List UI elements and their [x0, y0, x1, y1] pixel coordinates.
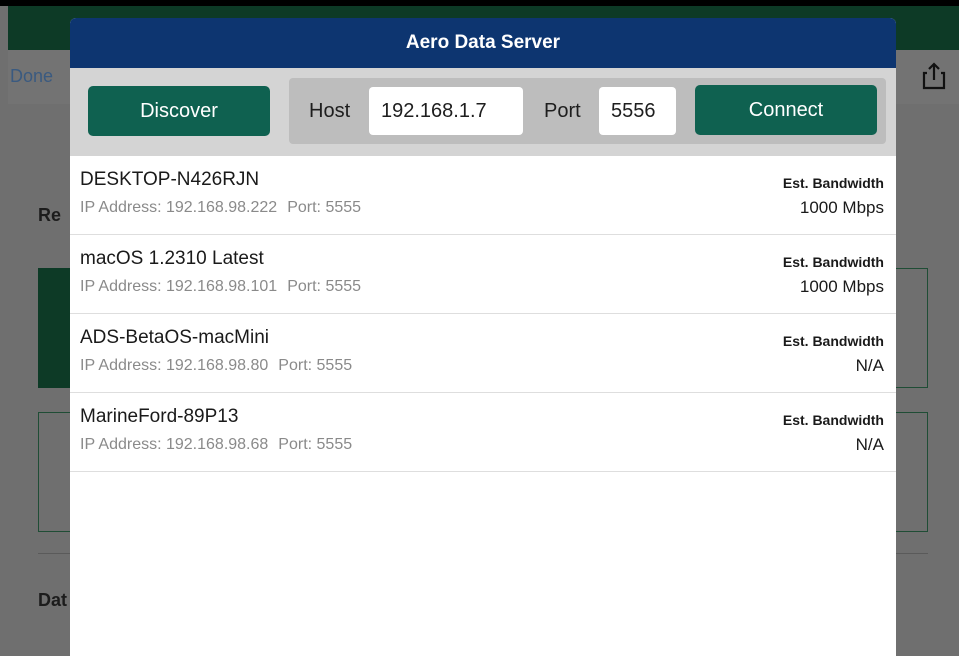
- server-port: Port: 5555: [287, 199, 362, 216]
- share-icon[interactable]: [921, 62, 947, 90]
- server-row[interactable]: macOS 1.2310 Latest IP Address: 192.168.…: [70, 235, 896, 314]
- connection-toolbar: Discover Host 192.168.1.7 Port 5556 Conn…: [70, 68, 896, 156]
- bandwidth-value: N/A: [855, 435, 884, 454]
- server-ip: IP Address: 192.168.98.101: [80, 278, 278, 295]
- server-port: Port: 5555: [287, 278, 362, 295]
- server-list: DESKTOP-N426RJN IP Address: 192.168.98.2…: [70, 156, 896, 472]
- port-label: Port: [544, 100, 581, 122]
- server-name: MarineFord-89P13: [80, 406, 239, 427]
- server-address: IP Address: 192.168.98.68 Port: 5555: [80, 436, 352, 454]
- server-ip: IP Address: 192.168.98.222: [80, 199, 278, 216]
- server-address: IP Address: 192.168.98.80 Port: 5555: [80, 357, 352, 375]
- server-address: IP Address: 192.168.98.222 Port: 5555: [80, 199, 361, 217]
- bandwidth-label: Est. Bandwidth: [782, 254, 884, 270]
- bandwidth-value: 1000 Mbps: [799, 198, 884, 217]
- dialog-title: Aero Data Server: [70, 18, 896, 68]
- bandwidth-label: Est. Bandwidth: [782, 175, 884, 191]
- connect-button[interactable]: Connect: [695, 85, 877, 135]
- aero-data-server-dialog: Aero Data Server Discover Host 192.168.1…: [70, 18, 896, 656]
- server-address: IP Address: 192.168.98.101 Port: 5555: [80, 278, 361, 296]
- section-label: Dat: [38, 590, 68, 610]
- bandwidth-label: Est. Bandwidth: [782, 333, 884, 349]
- server-port: Port: 5555: [278, 436, 353, 453]
- server-name: ADS-BetaOS-macMini: [80, 327, 269, 348]
- bandwidth-label: Est. Bandwidth: [782, 412, 884, 428]
- bandwidth-value: 1000 Mbps: [799, 277, 884, 296]
- port-input[interactable]: 5556: [599, 87, 676, 135]
- background-panel: [894, 268, 928, 388]
- bandwidth-value: N/A: [855, 356, 884, 375]
- server-name: macOS 1.2310 Latest: [80, 248, 264, 269]
- server-row[interactable]: ADS-BetaOS-macMini IP Address: 192.168.9…: [70, 314, 896, 393]
- server-row[interactable]: MarineFord-89P13 IP Address: 192.168.98.…: [70, 393, 896, 472]
- background-panel: [894, 412, 928, 532]
- host-label: Host: [309, 100, 351, 122]
- done-button[interactable]: Done: [10, 66, 53, 87]
- server-row[interactable]: DESKTOP-N426RJN IP Address: 192.168.98.2…: [70, 156, 896, 235]
- manual-connect-panel: Host 192.168.1.7 Port 5556 Connect: [289, 78, 886, 144]
- server-ip: IP Address: 192.168.98.80: [80, 357, 269, 374]
- server-port: Port: 5555: [278, 357, 353, 374]
- discover-button[interactable]: Discover: [88, 86, 270, 136]
- section-label: Re: [38, 205, 62, 225]
- host-input[interactable]: 192.168.1.7: [369, 87, 523, 135]
- server-name: DESKTOP-N426RJN: [80, 169, 260, 190]
- server-ip: IP Address: 192.168.98.68: [80, 436, 269, 453]
